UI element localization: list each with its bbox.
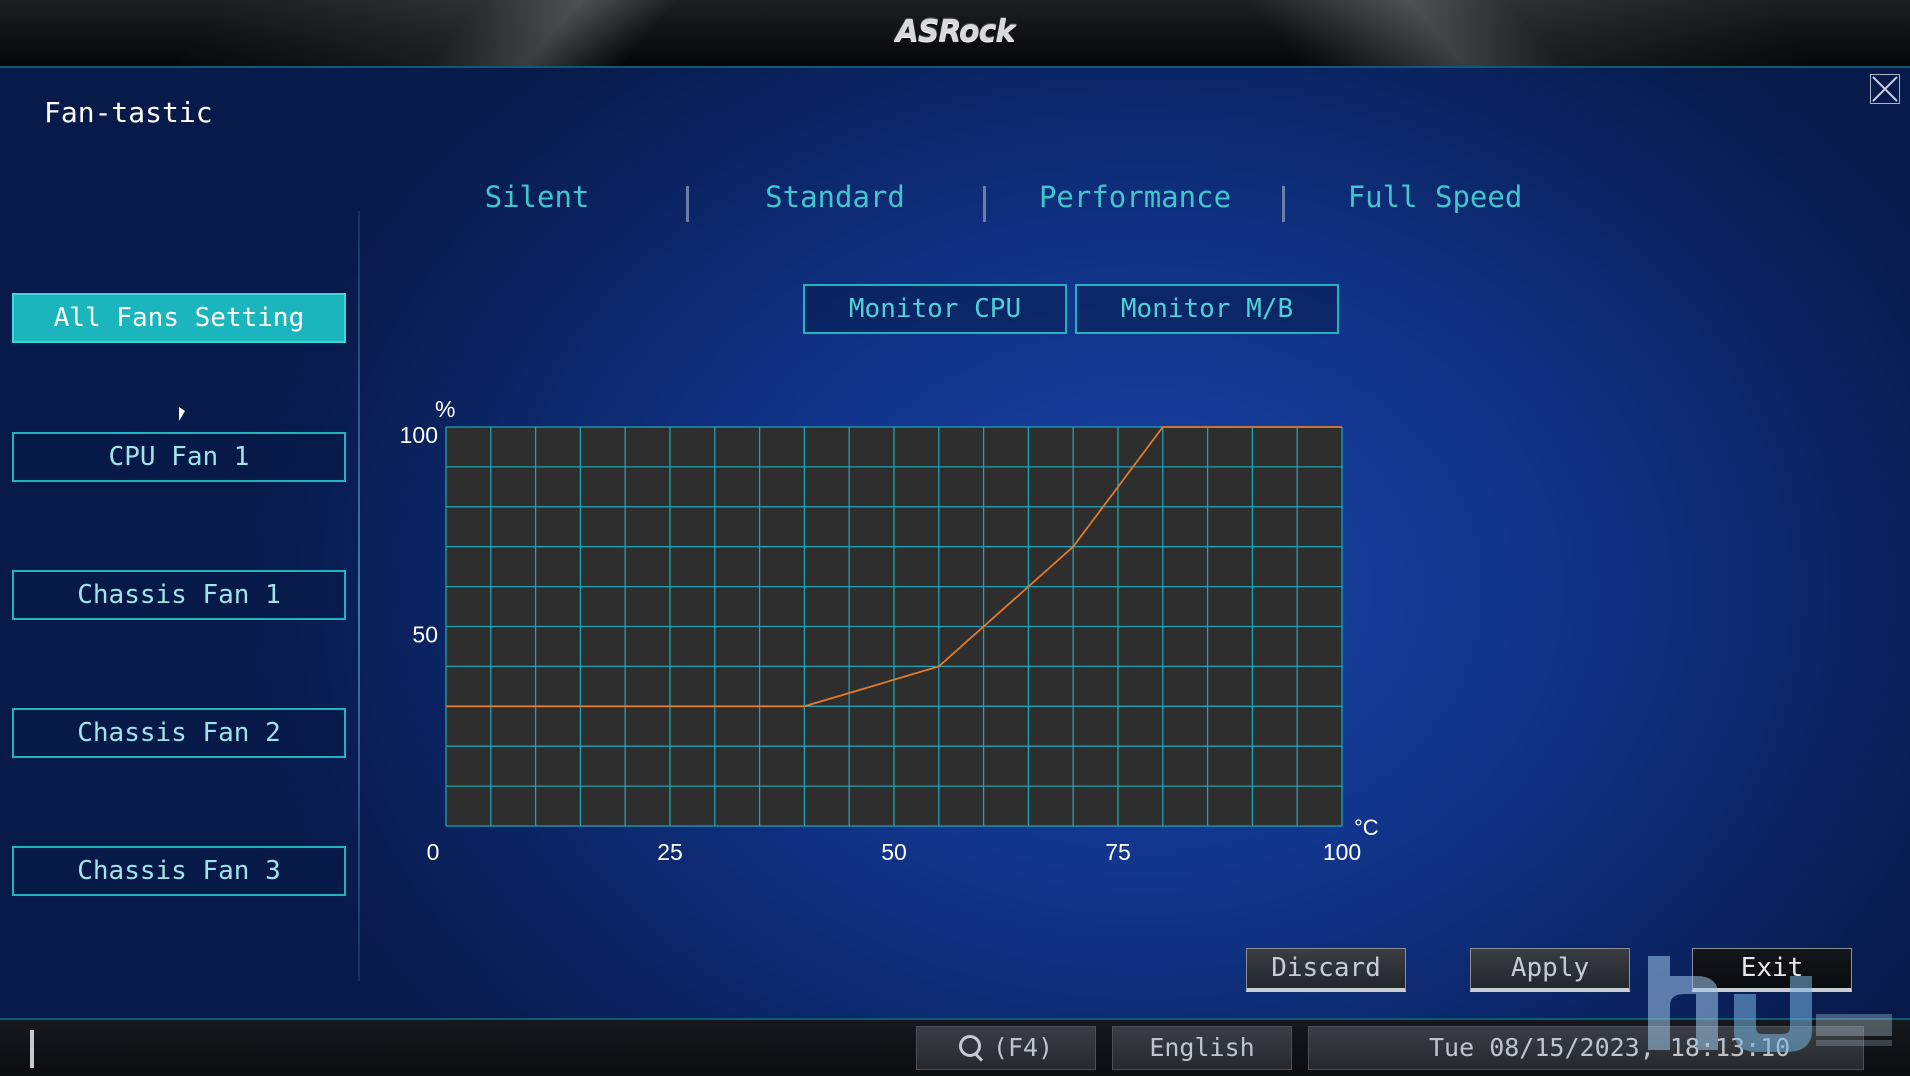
status-bar-marker [30,1030,34,1068]
chart-x-tick-label: 75 [1105,839,1131,865]
sidebar-item-chassis-fan-3[interactable]: Chassis Fan 3 [12,846,346,896]
chart-x-tick-label: 25 [657,839,683,865]
apply-button[interactable]: Apply [1470,948,1630,992]
tab-performance[interactable]: Performance [1020,180,1250,214]
search-shortcut-label: (F4) [992,1033,1054,1062]
chart-x-tick-label: 100 [1323,839,1361,865]
sidebar-item-chassis-fan-1[interactable]: Chassis Fan 1 [12,570,346,620]
tab-silent[interactable]: Silent [452,180,622,214]
tab-separator [983,186,986,222]
exit-button[interactable]: Exit [1692,948,1852,992]
sidebar-item-cpu-fan-1[interactable]: CPU Fan 1 [12,432,346,482]
chart-x-axis-unit: °C [1354,815,1379,840]
sidebar-divider [358,211,360,981]
mouse-cursor-icon [179,407,185,421]
sidebar-item-all-fans[interactable]: All Fans Setting [12,293,346,343]
main-panel: Fan-tastic All Fans Setting CPU Fan 1 Ch… [0,68,1910,1018]
page-title: Fan-tastic [44,96,213,129]
search-icon [958,1035,985,1061]
status-bar: (F4) English Tue 08/15/2023, 18:13:10 [0,1018,1910,1076]
search-button[interactable]: (F4) [916,1026,1096,1070]
sidebar-item-chassis-fan-2[interactable]: Chassis Fan 2 [12,708,346,758]
close-icon[interactable] [1870,74,1900,104]
brand-logo: ASRock [895,14,1016,49]
chart-x-tick-label: 0 [427,839,440,865]
discard-button[interactable]: Discard [1246,948,1406,992]
datetime-display: Tue 08/15/2023, 18:13:10 [1308,1026,1864,1070]
tab-standard[interactable]: Standard [735,180,935,214]
fan-curve-svg: 0 25 50 75 100 50 100% °C [400,396,1379,865]
tab-full-speed[interactable]: Full Speed [1320,180,1550,214]
chart-y-axis-unit: % [435,396,455,422]
tab-separator [686,186,689,222]
chart-x-tick-label: 50 [881,839,907,865]
chart-y-tick-label: 50 [412,622,438,648]
tab-separator [1282,186,1285,222]
chart-y-tick-label: 100 [400,422,438,448]
language-button[interactable]: English [1112,1026,1292,1070]
top-bar: ASRock [0,0,1910,68]
fan-curve-chart: 0 25 50 75 100 50 100% °C [380,323,1400,883]
